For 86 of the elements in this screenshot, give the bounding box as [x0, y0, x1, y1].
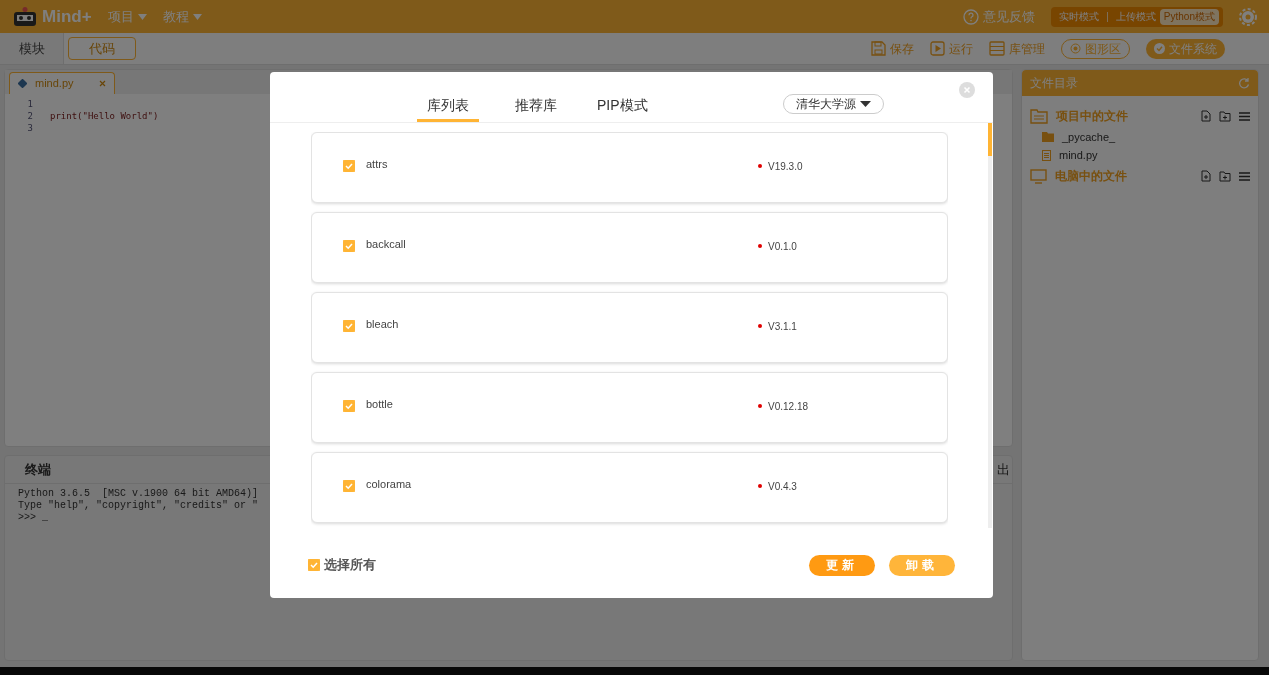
save-icon	[871, 41, 886, 56]
server-icon	[989, 41, 1005, 56]
new-file-icon[interactable]	[1201, 170, 1211, 182]
checkbox[interactable]	[343, 160, 355, 172]
settings-icon[interactable]	[1239, 7, 1257, 26]
terminal-line: Python 3.6.5 [MSC v.1900 64 bit AMD64)]	[18, 488, 259, 500]
panel-tab[interactable]: 出	[997, 459, 1010, 480]
toggle-button[interactable]: 文件系统	[1146, 38, 1225, 59]
library-version: V0.12.18	[768, 399, 809, 414]
checkbox[interactable]	[343, 240, 355, 252]
menu-icon[interactable]	[1239, 171, 1250, 181]
close-icon[interactable]	[959, 82, 975, 98]
robot-logo-icon	[12, 6, 38, 27]
checkbox[interactable]	[308, 559, 320, 571]
dialog-tab[interactable]: PIP模式	[593, 92, 652, 122]
radio-icon	[1070, 43, 1081, 54]
menu-icon[interactable]	[1239, 111, 1250, 121]
file-icon	[1042, 149, 1051, 161]
folder-icon	[1042, 132, 1054, 142]
toolbar-button[interactable]: 运行	[930, 39, 973, 58]
toolbar-button[interactable]: 库管理	[989, 39, 1045, 58]
library-name: attrs	[366, 157, 389, 173]
menu-item[interactable]: 教程	[162, 6, 202, 27]
library-version: V19.3.0	[768, 159, 803, 174]
menu-item[interactable]: 项目	[107, 6, 147, 27]
mode-tab[interactable]: 实时模式	[1054, 9, 1103, 24]
status-dot-icon	[758, 324, 762, 328]
scrollbar[interactable]	[988, 123, 992, 528]
view-tab[interactable]: 模块	[0, 33, 64, 64]
library-version: V0.1.0	[768, 239, 797, 254]
line-number: 1	[26, 98, 33, 110]
monitor-icon	[1030, 168, 1047, 184]
python-file-icon	[18, 79, 27, 88]
help-icon	[962, 8, 979, 25]
status-dot-icon	[758, 404, 762, 408]
line-number: 3	[26, 122, 33, 134]
close-icon[interactable]	[99, 80, 106, 87]
uninstall-button[interactable]: 卸载	[889, 554, 955, 576]
section-title[interactable]: 项目中的文件	[1056, 107, 1193, 125]
list-folder-icon	[1030, 108, 1048, 124]
library-name: bleach	[366, 317, 400, 333]
status-dot-icon	[758, 244, 762, 248]
line-number: 2	[26, 110, 33, 122]
terminal-line: Type "help", "copyright", "credits" or "	[18, 500, 259, 512]
terminal-title: 终端	[25, 460, 51, 479]
file-item[interactable]: _pycache_	[1062, 128, 1116, 146]
file-item[interactable]: mind.py	[1059, 146, 1098, 164]
dialog-tab[interactable]: 库列表	[417, 92, 479, 122]
caret-icon	[860, 101, 871, 107]
feedback-button[interactable]: 意见反馈	[962, 6, 1035, 27]
new-folder-icon[interactable]	[1219, 110, 1231, 122]
library-name: backcall	[366, 237, 407, 253]
checkbox[interactable]	[343, 400, 355, 412]
terminal-line: >>> _	[18, 512, 48, 524]
new-folder-icon[interactable]	[1219, 170, 1231, 182]
checkbox[interactable]	[343, 320, 355, 332]
library-card[interactable]: bleach V3.1.1	[311, 292, 948, 363]
library-card[interactable]: bottle V0.12.18	[311, 372, 948, 443]
new-file-icon[interactable]	[1201, 110, 1211, 122]
status-dot-icon	[758, 164, 762, 168]
caret-icon	[137, 13, 147, 20]
status-dot-icon	[758, 484, 762, 488]
check-circle-icon	[1154, 43, 1165, 54]
library-card[interactable]: attrs V19.3.0	[311, 132, 948, 203]
code-line: print("Hello World")	[50, 110, 159, 122]
library-card[interactable]: backcall V0.1.0	[311, 212, 948, 283]
mode-tab[interactable]: Python模式	[1159, 8, 1219, 25]
play-icon	[930, 41, 945, 56]
toolbar-button[interactable]: 保存	[871, 39, 914, 58]
caret-icon	[192, 13, 202, 20]
refresh-icon[interactable]	[1238, 77, 1250, 89]
view-tab[interactable]: 代码	[68, 37, 136, 60]
library-name: colorama	[366, 477, 413, 493]
section-title[interactable]: 电脑中的文件	[1055, 167, 1193, 185]
panel-title: 文件目录	[1030, 75, 1079, 92]
select-all-label[interactable]: 选择所有	[324, 555, 376, 575]
app-logo-text: Mind+	[42, 5, 92, 28]
library-version: V3.1.1	[768, 319, 797, 334]
mode-tab[interactable]: 上传模式	[1111, 9, 1160, 24]
library-version: V0.4.3	[768, 479, 797, 494]
library-name: bottle	[366, 397, 394, 413]
update-button[interactable]: 更新	[809, 554, 875, 576]
library-card[interactable]: colorama V0.4.3	[311, 452, 948, 523]
file-tab[interactable]: mind.py	[9, 72, 115, 94]
dialog-tab[interactable]: 推荐库	[511, 92, 561, 122]
checkbox[interactable]	[343, 480, 355, 492]
